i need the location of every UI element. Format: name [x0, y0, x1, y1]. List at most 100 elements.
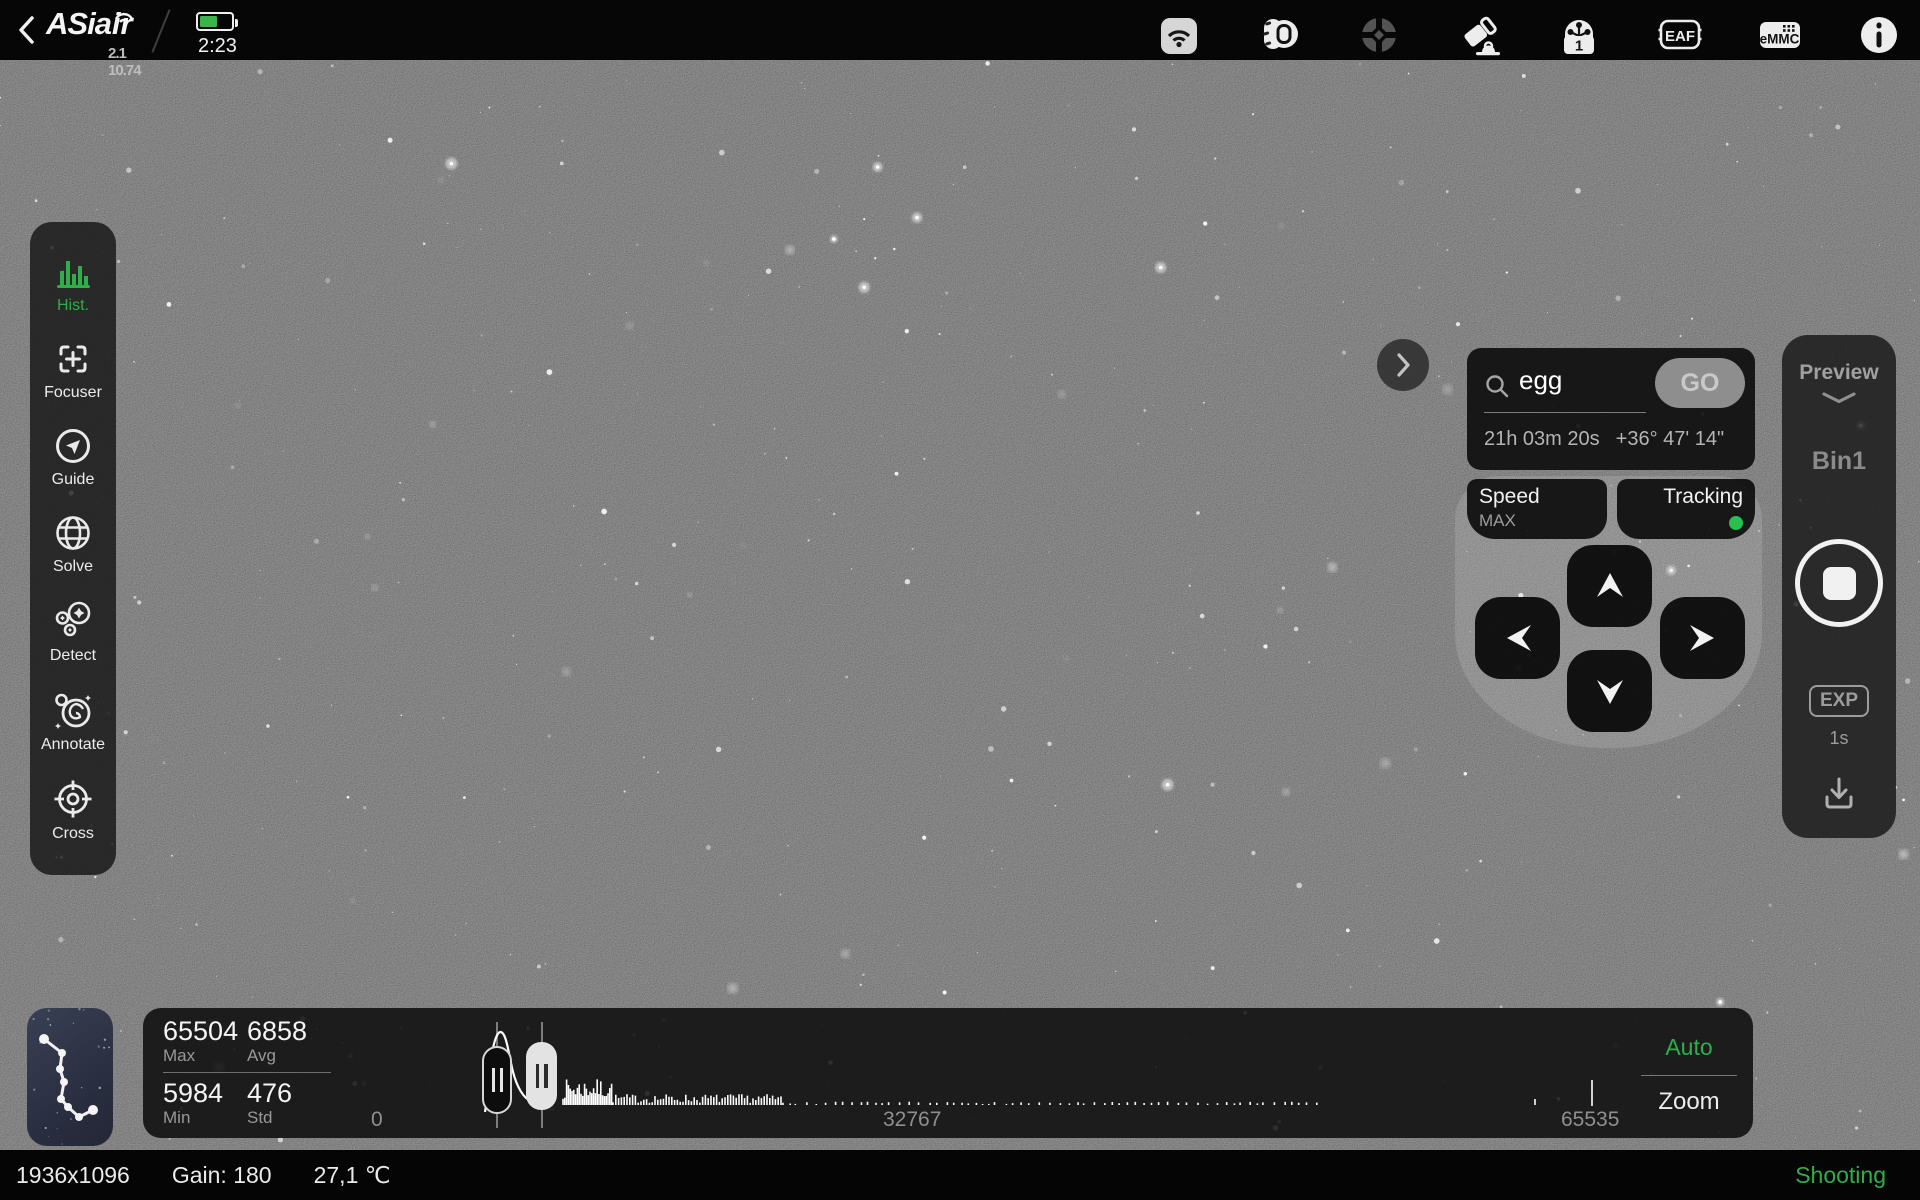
- coordinate-dec: +36° 47' 14": [1616, 428, 1724, 451]
- stat-min-value: 5984: [163, 1078, 247, 1109]
- stat-avg-value: 6858: [247, 1016, 331, 1047]
- stats-divider: [163, 1072, 331, 1073]
- tracking-label: Tracking: [1629, 485, 1743, 509]
- sidebar-label: Focuser: [44, 384, 102, 402]
- main-camera-icon[interactable]: [1256, 12, 1302, 58]
- sidebar-item-focuser[interactable]: Focuser: [44, 339, 102, 402]
- goto-search-panel: GO 21h 03m 20s +36° 47' 14": [1467, 348, 1755, 470]
- sidebar-label: Guide: [52, 471, 95, 489]
- chevron-right-icon: [1394, 352, 1412, 378]
- chevron-down-icon: [1819, 391, 1859, 410]
- tracking-status-dot: [1729, 516, 1743, 530]
- stat-max-value: 65504: [163, 1016, 247, 1047]
- save-download-icon[interactable]: [1819, 773, 1859, 818]
- arrow-down-icon: [1593, 676, 1627, 706]
- asiair-logo: ASiair 2.1 10.74: [46, 6, 133, 42]
- sidebar-item-solve[interactable]: Solve: [53, 513, 93, 576]
- logo-text-b: air: [95, 6, 133, 41]
- sidebar-label: Hist.: [57, 297, 89, 315]
- sky-atlas-thumbnail[interactable]: [27, 1008, 113, 1146]
- axis-tick-0: 0: [371, 1108, 383, 1132]
- target-search-input[interactable]: [1519, 365, 1639, 396]
- auto-stretch-button[interactable]: Auto: [1641, 1034, 1737, 1061]
- exposure-setting[interactable]: EXP: [1809, 685, 1869, 717]
- back-icon[interactable]: [14, 13, 40, 47]
- stop-exposure-button[interactable]: [1795, 539, 1883, 627]
- stat-std-value: 476: [247, 1078, 331, 1109]
- mode-selector[interactable]: Preview: [1782, 361, 1896, 385]
- histogram-panel: 65504Max 6858Avg 5984Min 476Std 0 32767 …: [143, 1008, 1753, 1138]
- constellation-icon: [27, 1008, 113, 1146]
- svg-text:eMMC: eMMC: [1760, 32, 1800, 47]
- shooting-status: Shooting: [1795, 1162, 1886, 1189]
- image-statistics: 65504Max 6858Avg 5984Min 476Std: [163, 1016, 333, 1128]
- stat-std-label: Std: [247, 1108, 331, 1128]
- coordinate-ra: 21h 03m 20s: [1484, 428, 1600, 451]
- axis-tick-mid: 32767: [883, 1108, 941, 1132]
- eaf-focuser-icon[interactable]: EAF: [1656, 12, 1702, 58]
- annotate-galaxy-icon: [52, 689, 94, 731]
- goto-button[interactable]: GO: [1655, 358, 1745, 408]
- sidebar-item-guide[interactable]: Guide: [52, 426, 95, 489]
- guide-icon: [53, 426, 93, 466]
- panel-collapse-button[interactable]: [1377, 339, 1429, 391]
- zoom-histogram-button[interactable]: Zoom: [1641, 1088, 1737, 1116]
- gain-readout: Gain: 180: [172, 1162, 272, 1189]
- wifi-station-icon[interactable]: [1156, 12, 1202, 58]
- battery-icon: [196, 12, 234, 31]
- info-icon[interactable]: [1856, 12, 1902, 58]
- capture-panel: Preview Bin1 EXP 1s: [1782, 335, 1896, 838]
- sidebar-item-detect[interactable]: Detect: [50, 600, 96, 665]
- white-point-slider[interactable]: [526, 1042, 557, 1110]
- slew-up-button[interactable]: [1567, 545, 1652, 627]
- sidebar-item-annotate[interactable]: Annotate: [41, 689, 105, 754]
- emmc-storage-icon[interactable]: eMMC: [1756, 12, 1802, 58]
- stat-max-label: Max: [163, 1046, 247, 1066]
- crosshair-icon: [52, 778, 94, 820]
- tool-sidebar: Hist. Focuser Guide Solve Detect Annotat…: [30, 222, 116, 875]
- tracking-toggle[interactable]: Tracking: [1617, 479, 1755, 539]
- temperature-readout: 27,1 ℃: [314, 1162, 391, 1189]
- logo-text-a: ASi: [46, 6, 95, 41]
- axis-tick-max: 65535: [1561, 1108, 1619, 1132]
- top-bar: ASiair 2.1 10.74 2:23 1 EAF: [0, 0, 1920, 60]
- svg-text:1: 1: [1575, 38, 1583, 55]
- solve-globe-icon: [53, 513, 93, 553]
- speed-selector[interactable]: Speed MAX: [1467, 479, 1607, 539]
- sidebar-label: Solve: [53, 558, 93, 576]
- stat-avg-label: Avg: [247, 1046, 331, 1066]
- target-coordinates: 21h 03m 20s +36° 47' 14": [1484, 428, 1724, 451]
- slew-down-button[interactable]: [1567, 650, 1652, 732]
- status-bar: 1936x1096 Gain: 180 27,1 ℃ Shooting: [0, 1150, 1920, 1200]
- speed-label: Speed: [1479, 485, 1595, 509]
- image-resolution: 1936x1096: [16, 1162, 130, 1189]
- detect-stars-icon: [52, 600, 94, 642]
- stat-min-label: Min: [163, 1108, 247, 1128]
- search-icon: [1484, 373, 1510, 404]
- filter-wheel-icon[interactable]: 1: [1556, 12, 1602, 58]
- sidebar-label: Cross: [52, 825, 94, 843]
- mount-telescope-icon[interactable]: [1456, 12, 1502, 58]
- sidebar-item-cross[interactable]: Cross: [52, 778, 94, 843]
- app-version: 2.1 10.74: [108, 45, 141, 79]
- histogram-plot: [143, 1008, 1753, 1138]
- guide-camera-icon[interactable]: [1356, 12, 1402, 58]
- sidebar-item-histogram[interactable]: Hist.: [53, 254, 93, 315]
- focuser-icon: [53, 339, 93, 379]
- search-underline: [1484, 412, 1646, 413]
- svg-text:EAF: EAF: [1665, 28, 1695, 45]
- stop-square-icon: [1823, 567, 1856, 600]
- slew-left-button[interactable]: [1475, 597, 1560, 679]
- topbar-divider: [151, 9, 170, 52]
- sidebar-label: Annotate: [41, 736, 105, 754]
- black-point-slider[interactable]: [482, 1046, 512, 1114]
- histogram-icon: [53, 254, 93, 292]
- arrow-right-icon: [1688, 621, 1718, 655]
- arrow-up-icon: [1593, 571, 1627, 601]
- asiair-app: ASiair 2.1 10.74 2:23 1 EAF: [0, 0, 1920, 1200]
- exposure-value: 1s: [1782, 728, 1896, 749]
- speed-value: MAX: [1479, 511, 1595, 531]
- slew-right-button[interactable]: [1660, 597, 1745, 679]
- sidebar-label: Detect: [50, 647, 96, 665]
- bin-setting[interactable]: Bin1: [1782, 447, 1896, 476]
